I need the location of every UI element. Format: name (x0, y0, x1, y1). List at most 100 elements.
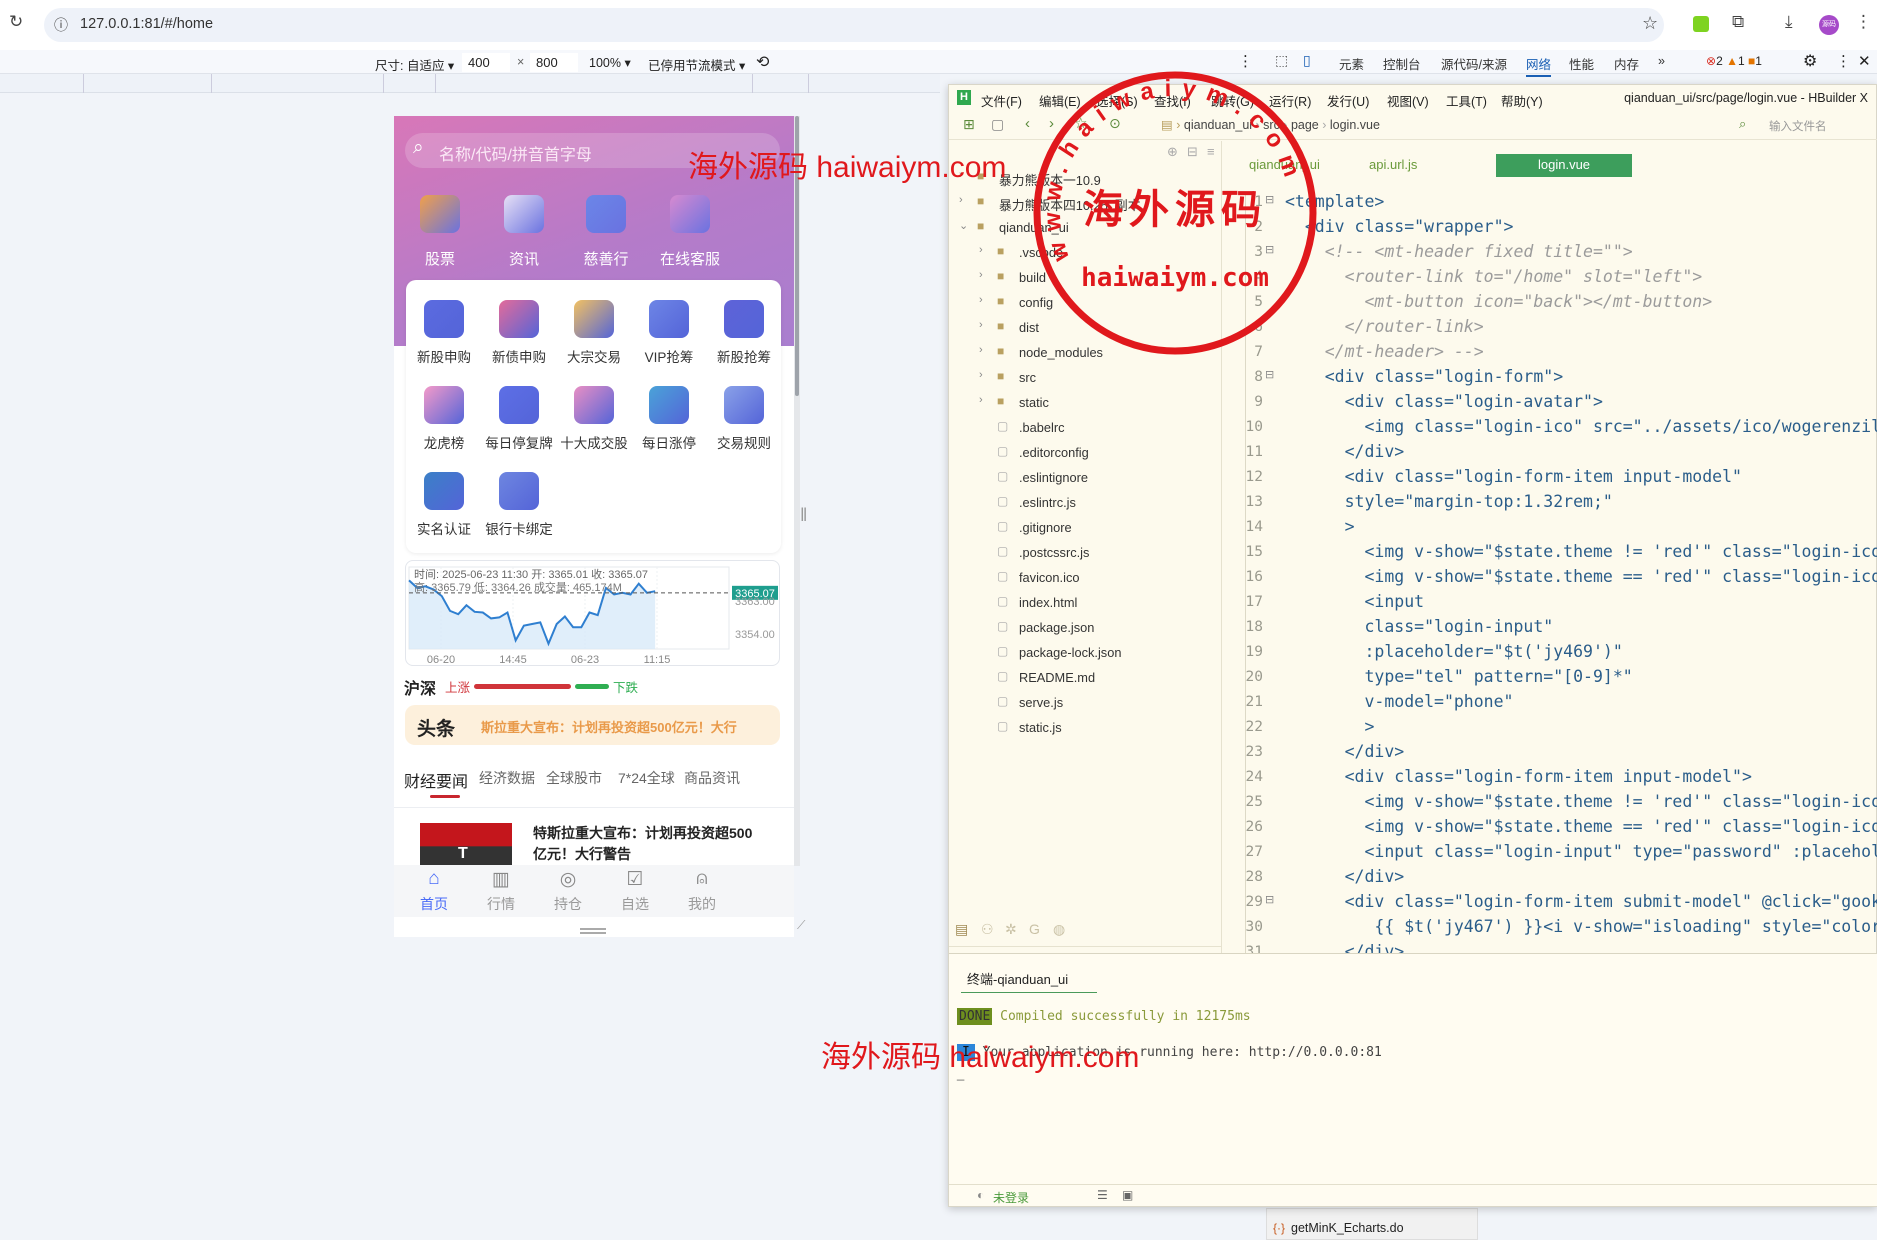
settings-gear-icon[interactable]: ⚙ (1803, 51, 1817, 71)
chevron-right-icon[interactable]: › (979, 319, 983, 331)
tree-item[interactable]: ▢ .postcssrc.js (949, 542, 1221, 564)
fold-icon[interactable]: ⊟ (1265, 893, 1274, 906)
feature-icon[interactable] (499, 300, 539, 338)
tree-item[interactable]: › ■ src (949, 367, 1221, 389)
reload-icon[interactable]: ↻ (9, 12, 23, 32)
devtools-menu-icon[interactable]: ⋮ (1836, 52, 1851, 70)
tree-item[interactable]: ▢ .babelrc (949, 417, 1221, 439)
chevron-right-icon[interactable]: › (979, 244, 983, 256)
feature-label[interactable]: 新债申购 (481, 346, 557, 366)
feature-icon[interactable] (499, 472, 539, 510)
code-line[interactable]: class="login-input" (1285, 617, 1553, 636)
nav-label[interactable]: 持仓 (538, 894, 598, 914)
topic-label[interactable]: 在线客服 (660, 248, 720, 269)
git-icon[interactable]: G (1029, 921, 1040, 937)
extensions-puzzle-icon[interactable]: ⧉ (1732, 12, 1744, 32)
size-select[interactable]: 尺寸: 自适应 ▾ (375, 55, 454, 74)
tree-item[interactable]: ▢ README.md (949, 667, 1221, 689)
user-icon[interactable]: ⍝ (672, 868, 732, 890)
code-line[interactable]: :placeholder="$t('jy469')" (1285, 642, 1622, 661)
feature-label[interactable]: 交易规则 (706, 432, 782, 452)
feature-label[interactable]: VIP抢筹 (631, 346, 707, 366)
feature-icon[interactable] (724, 300, 764, 338)
news-tab[interactable]: 商品资讯 (684, 768, 740, 788)
news-tab[interactable]: 全球股市 (546, 768, 602, 788)
chevron-right-icon[interactable]: › (979, 294, 983, 306)
code-line[interactable]: <img class="login-ico" src="../assets/ic… (1285, 417, 1877, 436)
error-count[interactable]: ⊗2 ▲1 ■1 (1706, 54, 1762, 68)
feature-label[interactable]: 十大成交股 (556, 432, 632, 452)
debug-icon[interactable]: ✲ (1005, 921, 1017, 938)
extension-icon[interactable] (1693, 16, 1709, 32)
code-line[interactable]: > (1285, 517, 1355, 536)
code-line[interactable]: v-model="phone" (1285, 692, 1513, 711)
feature-icon[interactable] (649, 300, 689, 338)
editor-tab[interactable]: login.vue (1496, 154, 1633, 177)
bookmark-star-icon[interactable]: ☆ (1642, 13, 1658, 34)
chart-icon[interactable]: ▥ (471, 868, 531, 891)
headline-text[interactable]: 斯拉重大宣布：计划再投资超500亿元！大行 (481, 717, 737, 736)
rotate-icon[interactable]: ⟲ (756, 52, 769, 72)
new-file-icon[interactable]: ⊞ (963, 116, 975, 133)
news-thumbnail[interactable]: T (420, 823, 512, 865)
width-input[interactable]: 400 (462, 53, 510, 72)
site-info-icon[interactable]: ⓘ (54, 15, 68, 35)
code-line[interactable]: <div class="login-form"> (1285, 367, 1563, 386)
home-icon[interactable]: ⌂ (404, 868, 464, 890)
fold-icon[interactable]: ⊟ (1265, 368, 1274, 381)
chevron-right-icon[interactable]: › (959, 194, 963, 206)
code-line[interactable]: </div> (1285, 867, 1405, 886)
panel-drag-handle[interactable]: ‖ (800, 505, 807, 526)
menu-item[interactable]: 视图(V) (1387, 91, 1429, 110)
address-bar[interactable]: ⓘ 127.0.0.1:81/#/home ☆ (44, 8, 1664, 42)
news-title[interactable]: 特斯拉重大宣布：计划再投资超500亿元！大行警告 (533, 823, 753, 865)
code-line[interactable]: <div class="login-form-item input-model"… (1285, 767, 1752, 786)
save-icon[interactable]: ▢ (991, 116, 1004, 133)
binoculars-icon[interactable]: ⚇ (981, 921, 994, 938)
devtools-tab[interactable]: 源代码/来源 (1441, 54, 1507, 73)
code-line[interactable]: <mt-button icon="back"></mt-button> (1285, 292, 1712, 311)
avatar[interactable]: 源码 (1819, 15, 1839, 35)
devtools-tab[interactable]: 网络 (1526, 54, 1552, 77)
resize-handle[interactable] (580, 928, 606, 930)
nav-label[interactable]: 行情 (471, 894, 531, 914)
feature-icon[interactable] (424, 386, 464, 424)
code-line[interactable]: <img v-show="$state.theme != 'red'" clas… (1285, 542, 1877, 561)
code-line[interactable]: > (1285, 717, 1374, 736)
tree-item[interactable]: ▢ index.html (949, 592, 1221, 614)
outline-icon[interactable]: ☰ (1097, 1188, 1108, 1202)
tree-item[interactable]: ▢ .gitignore (949, 517, 1221, 539)
menu-item[interactable]: 工具(T) (1446, 91, 1487, 110)
news-tab[interactable]: 财经要闻 (404, 768, 468, 792)
feature-icon[interactable] (724, 386, 764, 424)
chevron-right-icon[interactable]: › (979, 394, 983, 406)
tree-item[interactable]: ▢ favicon.ico (949, 567, 1221, 589)
code-line[interactable]: <div class="login-avatar"> (1285, 392, 1603, 411)
breadcrumb-item[interactable]: login.vue (1330, 118, 1380, 132)
position-icon[interactable]: ◎ (538, 868, 598, 891)
code-line[interactable]: <router-link to="/home" slot="left"> (1285, 267, 1703, 286)
topic-label[interactable]: 资讯 (494, 248, 554, 269)
feature-label[interactable]: 大宗交易 (556, 346, 632, 366)
news-tab[interactable]: 经济数据 (479, 768, 535, 788)
chevron-right-icon[interactable]: › (979, 344, 983, 356)
tree-item[interactable]: ▢ package.json (949, 617, 1221, 639)
code-line[interactable]: </div> (1285, 942, 1405, 953)
terminal-tab[interactable]: 终端-qianduan_ui (967, 969, 1068, 988)
tree-item[interactable]: ▢ .eslintignore (949, 467, 1221, 489)
topic-icon[interactable] (670, 195, 710, 233)
feature-icon[interactable] (574, 386, 614, 424)
topic-icon[interactable] (420, 195, 460, 233)
network-request-row[interactable]: {·} getMinK_Echarts.do (1266, 1208, 1478, 1240)
code-line[interactable]: <input class="login-input" type="passwor… (1285, 842, 1877, 861)
code-line[interactable]: </div> (1285, 742, 1405, 761)
tree-item[interactable]: ▢ static.js (949, 717, 1221, 739)
topic-icon[interactable] (504, 195, 544, 233)
code-line[interactable]: <input (1285, 592, 1424, 611)
topic-icon[interactable] (586, 195, 626, 233)
feature-label[interactable]: 实名认证 (406, 518, 482, 538)
code-line[interactable]: <img v-show="$state.theme == 'red'" clas… (1285, 817, 1877, 836)
menu-item[interactable]: 发行(U) (1327, 91, 1369, 110)
request-name[interactable]: getMinK_Echarts.do (1291, 1221, 1404, 1235)
feature-label[interactable]: 龙虎榜 (406, 432, 482, 452)
